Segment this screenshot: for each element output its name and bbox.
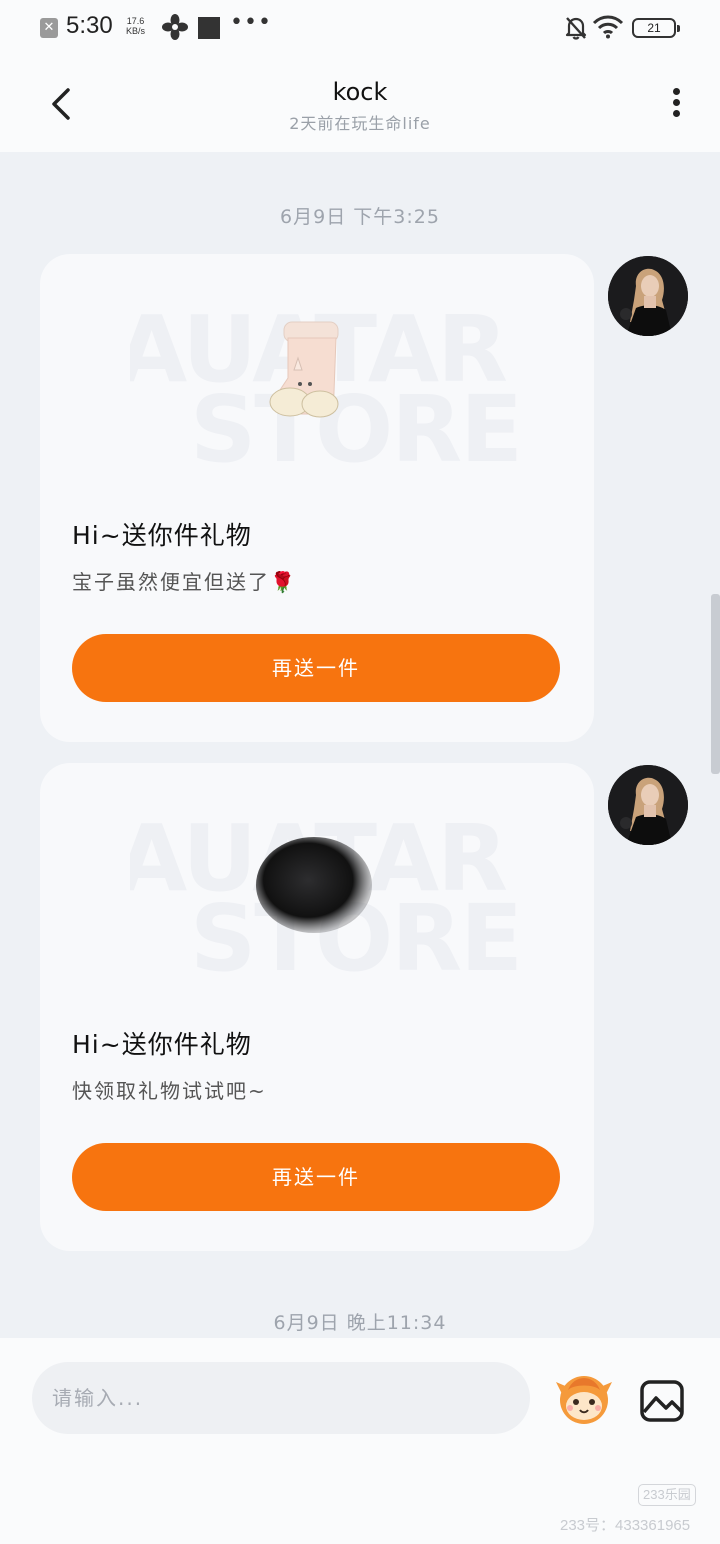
app-notification-icon bbox=[198, 17, 220, 39]
socks-gift-icon bbox=[269, 321, 339, 418]
avatar-photo bbox=[608, 256, 688, 336]
avatar[interactable] bbox=[608, 256, 688, 336]
close-notification-icon: ✕ bbox=[40, 18, 58, 38]
bell-off-icon bbox=[565, 17, 587, 40]
image-button[interactable] bbox=[640, 1380, 684, 1422]
more-notifications-icon: ••• bbox=[230, 10, 272, 35]
avatar-photo bbox=[608, 765, 688, 845]
wifi-icon bbox=[592, 15, 624, 39]
fan-icon bbox=[162, 14, 188, 40]
avatar[interactable] bbox=[608, 765, 688, 845]
emoji-button[interactable] bbox=[554, 1368, 614, 1428]
card-description: 快领取礼物试试吧~ bbox=[72, 1079, 267, 1103]
chat-header: kock 2天前在玩生命life bbox=[0, 58, 720, 152]
send-another-button[interactable]: 再送一件 bbox=[72, 1143, 560, 1211]
message-input[interactable] bbox=[32, 1362, 530, 1434]
input-bar: 233乐园 233号：433361965 bbox=[0, 1338, 720, 1544]
image-icon bbox=[640, 1380, 684, 1422]
watermark-logo: 233乐园 bbox=[638, 1484, 696, 1506]
chat-title: kock bbox=[332, 78, 388, 106]
more-options-button[interactable] bbox=[662, 84, 690, 124]
card-title: Hi~送你件礼物 bbox=[72, 521, 252, 550]
network-speed: 17.6 KB/s bbox=[126, 16, 145, 36]
card-title: Hi~送你件礼物 bbox=[72, 1030, 252, 1059]
network-speed-unit: KB/s bbox=[126, 26, 146, 36]
black-hat-gift-icon bbox=[256, 837, 372, 933]
watermark-id: 233号：433361965 bbox=[560, 1517, 691, 1534]
gift-card: AUATAR STORE Hi~送你件礼物 宝子虽然便宜但送了🌹 再送一件 bbox=[40, 254, 594, 742]
card-description: 宝子虽然便宜但送了🌹 bbox=[72, 570, 297, 594]
gift-card: AUATAR STORE Hi~送你件礼物 快领取礼物试试吧~ 再送一件 bbox=[40, 763, 594, 1251]
message-timestamp: 6月9日 下午3:25 bbox=[280, 206, 440, 228]
battery-indicator: 21 bbox=[632, 18, 680, 38]
send-another-button[interactable]: 再送一件 bbox=[72, 634, 560, 702]
more-vertical-icon bbox=[672, 88, 680, 95]
mascot-emoji-icon bbox=[556, 1376, 612, 1424]
message-timestamp: 6月9日 晚上11:34 bbox=[273, 1312, 447, 1334]
scrollbar[interactable] bbox=[711, 594, 720, 774]
status-time: 5:30 bbox=[66, 12, 113, 39]
gift-image: AUATAR STORE bbox=[130, 274, 582, 480]
gift-image: AUATAR STORE bbox=[130, 783, 582, 989]
chat-subtitle: 2天前在玩生命life bbox=[289, 114, 431, 133]
status-bar: ✕ 5:30 17.6 KB/s ••• 21 bbox=[0, 0, 720, 58]
network-speed-value: 17.6 bbox=[126, 16, 145, 26]
